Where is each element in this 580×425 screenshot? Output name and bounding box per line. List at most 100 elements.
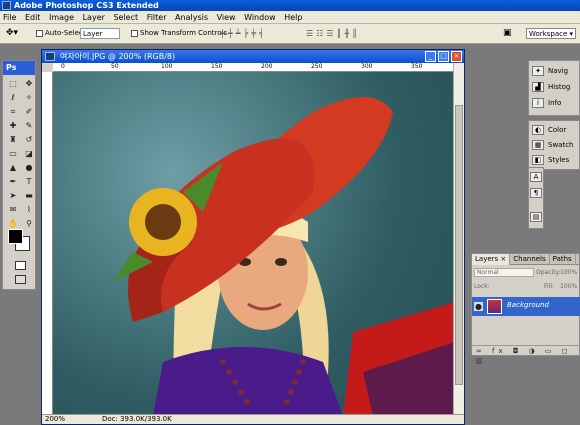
brush-tool-icon[interactable]: ✎	[22, 120, 36, 132]
styles-icon[interactable]: ◧	[532, 155, 544, 165]
slice-tool-icon[interactable]: ✐	[22, 106, 36, 118]
fill-label: Fill:	[544, 283, 555, 290]
opacity-value[interactable]: 100%	[560, 267, 577, 278]
lock-label: Lock:	[474, 283, 490, 290]
paragraph-icon[interactable]: ¶	[530, 188, 542, 198]
photoshop-app-icon	[2, 1, 11, 10]
visibility-eye-icon[interactable]: ●	[474, 302, 483, 311]
zoom-level[interactable]: 200%	[45, 415, 65, 424]
navigator-panel-group: ✦ Navig ▟ Histog i Info	[528, 60, 580, 116]
navigator-icon[interactable]: ✦	[532, 66, 544, 76]
show-transform-option[interactable]: Show Transform Controls	[131, 27, 227, 40]
ruler-mark: 250	[311, 63, 323, 70]
auto-select-dropdown[interactable]: Layer	[80, 28, 120, 39]
show-transform-checkbox[interactable]	[131, 29, 138, 37]
menu-bar: File Edit Image Layer Select Filter Anal…	[0, 11, 580, 24]
menu-select[interactable]: Select	[110, 11, 141, 24]
ruler-mark: 100	[161, 63, 173, 70]
marquee-tool-icon[interactable]: ⬚	[6, 78, 20, 90]
swatches-icon[interactable]: ▦	[532, 140, 544, 150]
app-title-bar: Adobe Photoshop CS3 Extended	[0, 0, 580, 11]
eyedropper-icon[interactable]: ⌇	[22, 204, 36, 216]
blend-mode-dropdown[interactable]: Normal	[474, 268, 534, 277]
color-label[interactable]: Color	[548, 126, 566, 134]
histogram-label[interactable]: Histog	[548, 83, 570, 91]
zoom-tool-icon[interactable]: ⚲	[22, 218, 36, 230]
menu-analysis[interactable]: Analysis	[172, 11, 211, 24]
show-transform-label: Show Transform Controls	[140, 29, 228, 37]
menu-view[interactable]: View	[214, 11, 239, 24]
document-title: 여자아이.JPG @ 200% (RGB/8)	[60, 52, 176, 61]
distribute-icons[interactable]: ☰☷☰║╫║	[306, 29, 360, 39]
crop-tool-icon[interactable]: ⌗	[6, 106, 20, 118]
options-bar: ✥▾ Auto-Select: Layer Show Transform Con…	[0, 24, 580, 44]
close-button[interactable]: ×	[451, 51, 462, 62]
layer-thumbnail	[487, 299, 502, 314]
maximize-button[interactable]: □	[438, 51, 449, 62]
menu-edit[interactable]: Edit	[22, 11, 44, 24]
magic-wand-icon[interactable]: ✧	[22, 92, 36, 104]
healing-brush-icon[interactable]: ✚	[6, 120, 20, 132]
menu-layer[interactable]: Layer	[80, 11, 108, 24]
minimize-button[interactable]: _	[425, 51, 436, 62]
workspace-dropdown[interactable]: Workspace ▾	[526, 28, 576, 39]
color-icon[interactable]: ◐	[532, 125, 544, 135]
doc-size[interactable]: Doc: 393.0K/393.0K	[102, 415, 172, 424]
ruler-mark: 350	[411, 63, 423, 70]
info-icon[interactable]: i	[532, 98, 544, 108]
styles-label[interactable]: Styles	[548, 156, 569, 164]
lasso-tool-icon[interactable]: ℓ	[6, 92, 20, 104]
scrollbar-thumb[interactable]	[455, 105, 463, 385]
quick-mask-icon[interactable]	[15, 261, 26, 270]
tab-layers[interactable]: Layers ×	[472, 254, 511, 265]
layers-footer-icons[interactable]: ∞ fx ◘ ◑ ▭ ◻ ▥	[472, 345, 580, 365]
opacity-label: Opacity:	[536, 269, 561, 276]
screen-mode-icon[interactable]	[15, 275, 26, 284]
character-icon[interactable]: A	[530, 172, 542, 182]
workspace-icon[interactable]: ▣	[503, 27, 512, 40]
layer-comps-icon[interactable]: ▤	[530, 212, 542, 222]
type-tool-icon[interactable]: T	[22, 176, 36, 188]
ruler-mark: 300	[361, 63, 373, 70]
vertical-scrollbar[interactable]	[453, 63, 464, 416]
tab-paths[interactable]: Paths	[550, 254, 576, 265]
photo-of-girl-in-red-hat	[113, 97, 455, 416]
path-select-icon[interactable]: ➤	[6, 190, 20, 202]
tools-header: Ps	[3, 61, 35, 75]
tool-icons-panel: A ¶ ▤	[528, 167, 544, 229]
paint-bucket-icon[interactable]: ◪	[22, 148, 36, 160]
tab-channels[interactable]: Channels	[510, 254, 550, 265]
clone-stamp-icon[interactable]: ♜	[6, 134, 20, 146]
menu-image[interactable]: Image	[46, 11, 77, 24]
image-canvas[interactable]	[53, 72, 455, 416]
ruler-mark: 200	[261, 63, 273, 70]
tools-panel: Ps ⬚ ✥ ℓ ✧ ⌗ ✐ ✚ ✎ ♜ ↺ ▭ ◪ ▲ ● ✒ T ➤ ▬ ✉ ⌇ ✋ ⚲	[2, 60, 36, 290]
menu-filter[interactable]: Filter	[144, 11, 170, 24]
blur-tool-icon[interactable]: ▲	[6, 162, 20, 174]
notes-tool-icon[interactable]: ✉	[6, 204, 20, 216]
auto-select-checkbox[interactable]	[36, 29, 43, 37]
fill-value[interactable]: 100%	[560, 281, 577, 292]
menu-window[interactable]: Window	[241, 11, 279, 24]
dodge-tool-icon[interactable]: ●	[22, 162, 36, 174]
align-icons[interactable]: ┯┿┷╞╪╡	[220, 29, 267, 39]
navigator-label[interactable]: Navig	[548, 67, 568, 75]
info-label[interactable]: Info	[548, 99, 561, 107]
layer-row-background[interactable]: ● Background	[472, 297, 580, 316]
move-tool-icon[interactable]: ✥	[22, 78, 36, 90]
pen-tool-icon[interactable]: ✒	[6, 176, 20, 188]
foreground-color-swatch[interactable]	[8, 229, 23, 244]
document-window: 여자아이.JPG @ 200% (RGB/8) _ □ × 0 50 100 1…	[41, 49, 465, 425]
histogram-icon[interactable]: ▟	[532, 82, 544, 92]
status-bar: 200% Doc: 393.0K/393.0K	[42, 414, 464, 424]
menu-file[interactable]: File	[0, 11, 19, 24]
history-brush-icon[interactable]: ↺	[22, 134, 36, 146]
shape-tool-icon[interactable]: ▬	[22, 190, 36, 202]
horizontal-ruler: 0 50 100 150 200 250 300 350	[53, 63, 455, 72]
layers-panel: Layers × Channels Paths Normal Opacity: 10…	[471, 253, 580, 365]
move-tool-icon[interactable]: ✥▾	[6, 27, 18, 40]
menu-help[interactable]: Help	[281, 11, 305, 24]
eraser-tool-icon[interactable]: ▭	[6, 148, 20, 160]
swatches-label[interactable]: Swatch	[548, 141, 574, 149]
document-icon	[45, 52, 55, 61]
